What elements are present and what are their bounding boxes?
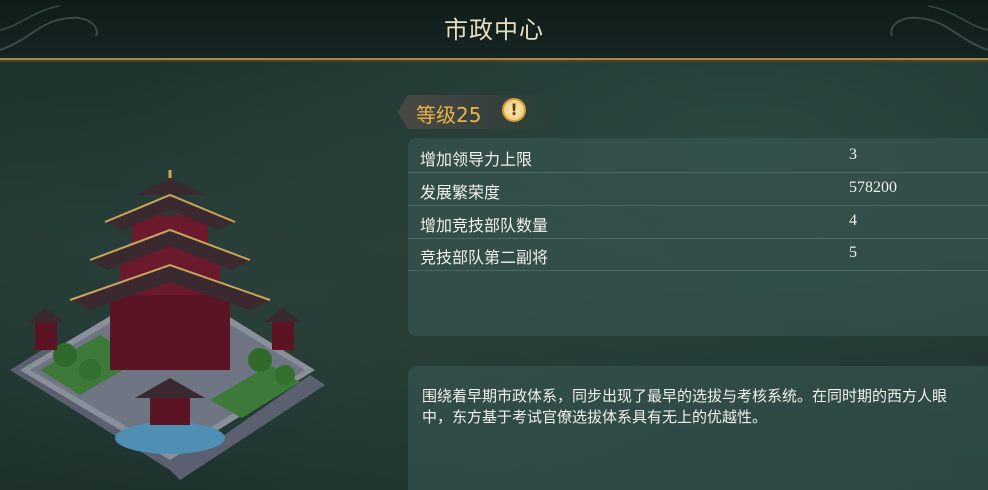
stat-row: 增加竞技部队数量 4: [408, 206, 988, 239]
exclamation-icon[interactable]: !: [502, 98, 526, 122]
level-label: 等级25: [416, 103, 482, 127]
stat-value: 578200: [849, 179, 897, 196]
stat-label: 竞技部队第二副将: [420, 248, 549, 267]
description-text: 围绕着早期市政体系，同步出现了最早的选拔与考核系统。在同时期的西方人眼中，东方基…: [422, 387, 948, 426]
stat-row: 增加领导力上限 3: [408, 140, 988, 173]
level-tab: 等级25 !: [398, 95, 558, 129]
stats-panel: 增加领导力上限 3 发展繁荣度 578200 增加竞技部队数量 4 竞技部队第二…: [408, 138, 988, 336]
description-panel: 围绕着早期市政体系，同步出现了最早的选拔与考核系统。在同时期的西方人眼中，东方基…: [408, 366, 988, 490]
ornament-right-icon: [890, 5, 988, 51]
stat-row: 发展繁荣度 578200: [408, 173, 988, 206]
stat-row: 竞技部队第二副将 5: [408, 238, 988, 271]
stat-label: 发展繁荣度: [420, 183, 501, 202]
page-title: 市政中心: [444, 16, 544, 44]
city-hall-building-image: [10, 170, 325, 480]
title-bar: 市政中心: [0, 0, 988, 60]
stat-value: 5: [849, 244, 857, 261]
stat-value: 3: [849, 146, 857, 163]
stat-label: 增加竞技部队数量: [420, 216, 549, 235]
stat-value: 4: [849, 212, 857, 229]
stat-label: 增加领导力上限: [420, 150, 533, 169]
